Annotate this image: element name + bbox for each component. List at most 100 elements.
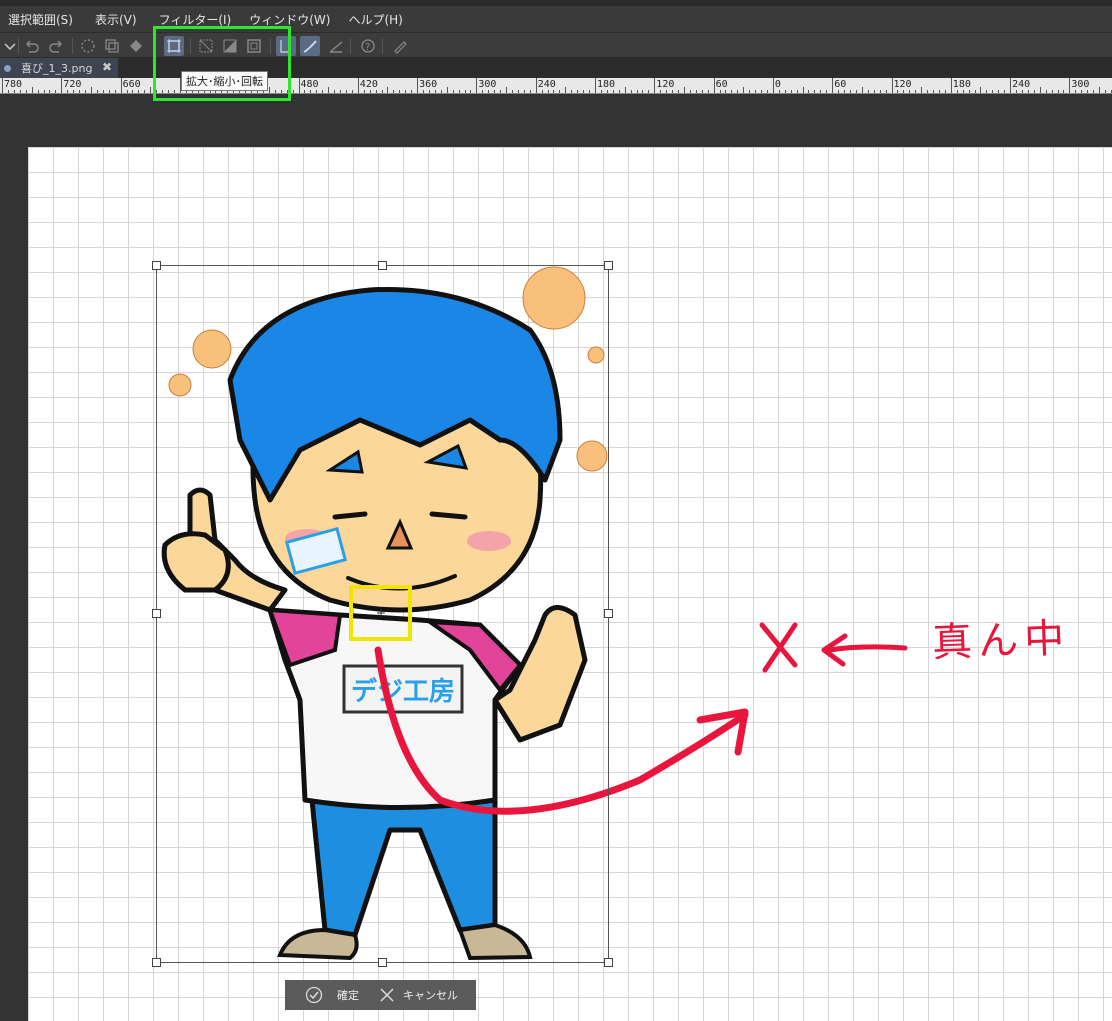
- ruler-label: 120: [893, 79, 912, 90]
- ruler-minor-tick: [49, 90, 51, 93]
- ruler-minor-tick: [446, 87, 448, 93]
- rotation-center-icon[interactable]: +: [376, 606, 386, 620]
- fill-icon[interactable]: [126, 36, 146, 56]
- ruler-minor-tick: [672, 90, 674, 93]
- ruler-minor-tick: [636, 90, 638, 93]
- ruler-minor-tick: [482, 90, 484, 93]
- confirm-button[interactable]: 確定: [285, 980, 373, 1010]
- ruler-minor-tick: [13, 90, 15, 93]
- ruler-minor-tick: [1039, 87, 1041, 93]
- resize-handle-bottom[interactable]: [378, 958, 387, 967]
- ruler-minor-tick: [1004, 90, 1006, 93]
- pen-icon[interactable]: [300, 36, 320, 56]
- ruler-minor-tick: [73, 90, 75, 93]
- ruler-minor-tick: [316, 90, 318, 93]
- ruler-minor-tick: [589, 90, 591, 93]
- close-icon[interactable]: ✖: [102, 60, 112, 74]
- ruler-minor-tick: [55, 90, 57, 93]
- ruler-minor-tick: [855, 90, 857, 93]
- undo-icon[interactable]: [22, 36, 42, 56]
- cancel-button[interactable]: キャンセル: [373, 980, 458, 1010]
- brush-icon[interactable]: [390, 36, 410, 56]
- chevron-down-icon[interactable]: [0, 36, 20, 56]
- menu-view[interactable]: 表示(V): [93, 11, 147, 28]
- ruler-minor-tick: [737, 90, 739, 93]
- ruler-minor-tick: [31, 87, 33, 93]
- ruler-minor-tick: [434, 90, 436, 93]
- ruler-minor-tick: [1033, 90, 1035, 93]
- ruler-minor-tick: [440, 90, 442, 93]
- resize-handle-top-left[interactable]: [152, 261, 161, 270]
- document-tab[interactable]: 喜び_1_3.png: [0, 58, 118, 78]
- resize-handle-bottom-right[interactable]: [604, 958, 613, 967]
- resize-handle-top-right[interactable]: [604, 261, 613, 270]
- ruler-major-tick: [891, 78, 893, 93]
- ruler-minor-tick: [909, 90, 911, 93]
- ruler-major-tick: [535, 78, 537, 93]
- copy-icon[interactable]: [102, 36, 122, 56]
- ruler-minor-tick: [796, 90, 798, 93]
- menu-window[interactable]: ウィンドウ(W): [247, 11, 340, 28]
- ruler-minor-tick: [861, 87, 863, 93]
- resize-handle-top[interactable]: [378, 261, 387, 270]
- ruler-major-tick: [713, 78, 715, 93]
- menu-selection[interactable]: 選択範囲(S): [6, 11, 83, 28]
- ruler-minor-tick: [790, 90, 792, 93]
- menu-help[interactable]: ヘルプ(H): [346, 11, 412, 28]
- ruler-minor-tick: [375, 90, 377, 93]
- ruler-icon[interactable]: [326, 36, 346, 56]
- menu-filter[interactable]: フィルター(I): [157, 11, 242, 28]
- resize-handle-left[interactable]: [152, 609, 161, 618]
- ruler-major-tick: [1069, 78, 1071, 93]
- ruler-minor-tick: [618, 90, 620, 93]
- ruler-minor-tick: [956, 90, 958, 93]
- toolbar-separator: [350, 38, 351, 54]
- resize-handle-bottom-left[interactable]: [152, 958, 161, 967]
- ruler-minor-tick: [808, 90, 810, 93]
- ruler-minor-tick: [37, 90, 39, 93]
- ruler-minor-tick: [927, 90, 929, 93]
- ruler-minor-tick: [43, 90, 45, 93]
- ruler-label: 300: [478, 79, 497, 90]
- ruler-minor-tick: [470, 90, 472, 93]
- ruler-minor-tick: [1057, 90, 1059, 93]
- selection-icon[interactable]: [78, 36, 98, 56]
- annotation-center-label: 真ん中: [931, 615, 1071, 667]
- ruler-minor-tick: [310, 90, 312, 93]
- ruler-minor-tick: [678, 90, 680, 93]
- ruler-minor-tick: [85, 90, 87, 93]
- ruler-minor-tick: [885, 90, 887, 93]
- ruler-minor-tick: [559, 90, 561, 93]
- ruler-label: 720: [63, 79, 82, 90]
- ruler-minor-tick: [1016, 90, 1018, 93]
- help-icon[interactable]: ?: [358, 36, 378, 56]
- ruler-minor-tick: [766, 90, 768, 93]
- ruler-minor-tick: [464, 90, 466, 93]
- resize-handle-right[interactable]: [604, 609, 613, 618]
- ruler-minor-tick: [322, 90, 324, 93]
- check-icon: [305, 986, 323, 1004]
- ruler-minor-tick: [7, 90, 9, 93]
- ruler-minor-tick: [612, 90, 614, 93]
- ruler-minor-tick: [500, 90, 502, 93]
- ruler-minor-tick: [328, 87, 330, 93]
- ruler-minor-tick: [25, 90, 27, 93]
- ruler-minor-tick: [304, 90, 306, 93]
- redo-icon[interactable]: [46, 36, 66, 56]
- ruler-minor-tick: [962, 90, 964, 93]
- ruler-minor-tick: [340, 90, 341, 93]
- ruler-label: 480: [300, 79, 319, 90]
- ruler-major-tick: [476, 78, 478, 93]
- ruler-minor-tick: [494, 90, 496, 93]
- ruler-minor-tick: [1045, 90, 1047, 93]
- ruler-minor-tick: [114, 90, 116, 93]
- ruler-minor-tick: [986, 90, 988, 93]
- ruler-minor-tick: [814, 90, 816, 93]
- ruler-minor-tick: [784, 90, 786, 93]
- ruler-minor-tick: [974, 90, 976, 93]
- ruler-minor-tick: [369, 90, 371, 93]
- ruler-minor-tick: [849, 90, 851, 93]
- ruler-label: 180: [952, 79, 971, 90]
- tab-filename: 喜び_1_3.png: [21, 62, 93, 75]
- ruler-minor-tick: [292, 90, 294, 93]
